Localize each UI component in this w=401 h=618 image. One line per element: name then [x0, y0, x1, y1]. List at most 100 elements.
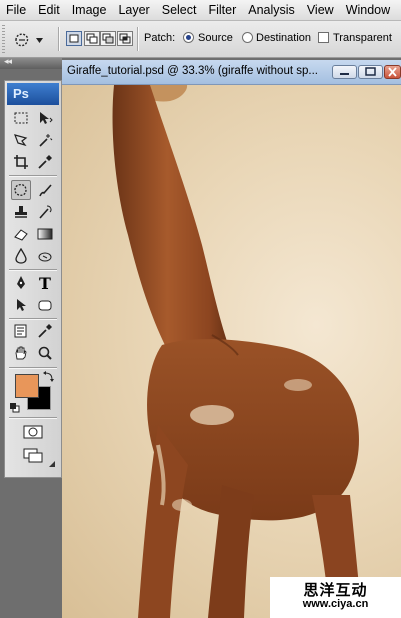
menu-bar: File Edit Image Layer Select Filter Anal…	[0, 0, 401, 21]
destination-radio[interactable]	[242, 32, 253, 43]
rectangular-marquee-tool[interactable]	[11, 108, 31, 128]
minimize-icon	[340, 73, 349, 75]
menu-file[interactable]: File	[0, 0, 32, 20]
blur-tool[interactable]	[11, 246, 31, 266]
collapse-icon[interactable]: ◂◂	[4, 56, 12, 67]
menu-image[interactable]: Image	[66, 0, 113, 20]
expand-arrow-icon[interactable]	[49, 461, 55, 467]
menu-filter[interactable]: Filter	[202, 0, 242, 20]
options-separator	[58, 27, 60, 51]
new-selection-button[interactable]	[66, 31, 82, 46]
eyedropper-slice-tool[interactable]	[35, 152, 55, 172]
source-label[interactable]: Source	[198, 32, 233, 44]
toolbox-separator	[9, 318, 57, 320]
patch-tool-icon	[15, 33, 29, 47]
eyedropper-icon	[38, 324, 52, 338]
intersect-selection-icon	[119, 33, 131, 44]
patch-label: Patch:	[144, 32, 176, 44]
crop-icon	[14, 155, 28, 169]
new-selection-icon	[69, 34, 79, 43]
move-icon	[40, 112, 53, 124]
blur-icon	[15, 248, 27, 264]
lasso-icon	[14, 134, 28, 147]
hand-tool[interactable]	[11, 343, 31, 363]
watermark-title: 思洋互动	[303, 582, 368, 599]
history-brush-icon	[39, 205, 52, 219]
transparent-label[interactable]: Transparent	[333, 32, 392, 44]
image-canvas[interactable]	[62, 85, 401, 618]
dodge-tool[interactable]	[35, 246, 55, 266]
transparent-checkbox[interactable]	[318, 32, 329, 43]
path-select-icon	[17, 299, 26, 311]
screen-mode-icon	[23, 448, 43, 463]
subtract-from-selection-icon	[102, 33, 114, 44]
source-radio[interactable]	[183, 32, 194, 43]
menu-view[interactable]: View	[301, 0, 340, 20]
menu-analysis[interactable]: Analysis	[242, 0, 301, 20]
options-bar: Patch: Source Destination Transparent	[0, 21, 401, 58]
document-title: Giraffe_tutorial.psd @ 33.3% (giraffe wi…	[67, 65, 318, 77]
gradient-icon	[37, 228, 53, 240]
type-icon: T	[39, 273, 51, 293]
destination-label[interactable]: Destination	[256, 32, 311, 44]
toolbox-separator	[9, 417, 57, 419]
document-title-bar[interactable]: Giraffe_tutorial.psd @ 33.3% (giraffe wi…	[62, 60, 401, 85]
intersect-selection-button[interactable]	[117, 31, 133, 46]
quick-mask-icon	[23, 425, 43, 439]
options-separator	[137, 27, 139, 51]
brush-tool[interactable]	[35, 180, 55, 200]
eyedropper-tool[interactable]	[35, 321, 55, 341]
zoom-tool[interactable]	[35, 343, 55, 363]
ps-logo-text: Ps	[13, 86, 29, 101]
dock-header[interactable]: ◂◂	[0, 56, 62, 69]
close-button[interactable]	[384, 65, 401, 79]
toolbox-panel: Ps T	[4, 80, 62, 478]
document-window: Giraffe_tutorial.psd @ 33.3% (giraffe wi…	[62, 60, 401, 618]
notes-tool[interactable]	[11, 321, 31, 341]
pen-tool[interactable]	[11, 273, 31, 293]
patch-tool[interactable]	[11, 180, 31, 200]
menu-edit[interactable]: Edit	[32, 0, 66, 20]
restore-button[interactable]	[358, 65, 383, 79]
default-colors-icon[interactable]	[10, 403, 20, 413]
type-tool[interactable]: T	[35, 273, 55, 293]
menu-select[interactable]: Select	[156, 0, 203, 20]
screen-mode-button[interactable]	[23, 446, 43, 466]
menu-window[interactable]: Window	[340, 0, 396, 20]
move-tool[interactable]	[35, 108, 55, 128]
chevron-down-icon	[36, 37, 43, 43]
swap-colors-icon[interactable]	[43, 370, 55, 382]
crop-tool[interactable]	[11, 152, 31, 172]
shape-tool[interactable]	[35, 295, 55, 315]
menu-layer[interactable]: Layer	[112, 0, 155, 20]
smudge-icon	[38, 252, 52, 262]
zoom-icon	[38, 346, 52, 360]
close-icon	[388, 67, 397, 77]
path-selection-tool[interactable]	[11, 295, 31, 315]
add-to-selection-button[interactable]	[84, 31, 100, 46]
hand-icon	[15, 346, 27, 360]
watermark-url: www.ciya.cn	[302, 598, 369, 610]
minimize-button[interactable]	[332, 65, 357, 79]
history-brush-tool[interactable]	[35, 202, 55, 222]
rounded-rect-icon	[38, 300, 52, 311]
lasso-tool[interactable]	[11, 130, 31, 150]
gradient-tool[interactable]	[35, 224, 55, 244]
eraser-icon	[14, 229, 28, 241]
restore-icon	[365, 67, 376, 76]
magic-wand-tool[interactable]	[35, 130, 55, 150]
add-to-selection-icon	[86, 33, 98, 44]
eraser-tool[interactable]	[11, 224, 31, 244]
notes-icon	[14, 324, 27, 338]
quick-mask-button[interactable]	[23, 422, 43, 442]
subtract-from-selection-button[interactable]	[100, 31, 116, 46]
photoshop-logo[interactable]: Ps	[7, 83, 59, 105]
foreground-color-swatch[interactable]	[15, 374, 39, 398]
magic-wand-icon	[39, 134, 53, 147]
tool-preset-picker[interactable]	[12, 28, 54, 52]
eyedropper-icon	[38, 155, 52, 169]
options-bar-grip[interactable]	[2, 25, 5, 53]
clone-stamp-tool[interactable]	[11, 202, 31, 222]
toolbox-separator	[9, 269, 57, 271]
brush-icon	[39, 184, 52, 197]
